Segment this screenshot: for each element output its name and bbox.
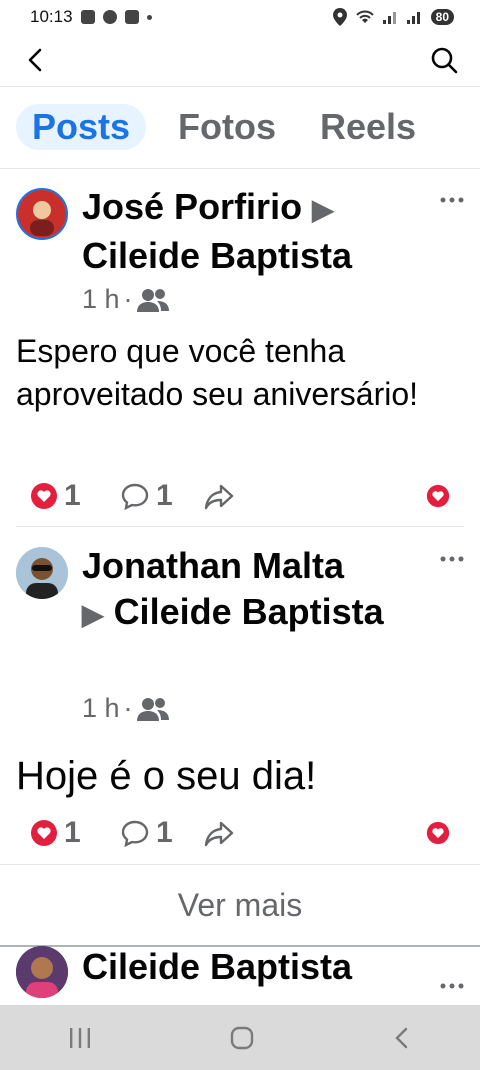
friends-audience-icon — [136, 288, 169, 312]
post-text: Hoje é o seu dia! — [16, 754, 317, 798]
reactions-count: 1 — [64, 479, 81, 512]
post-card: Jonathan Malta ▶ Cileide Baptista 1 h · … — [0, 527, 480, 863]
post-header: José Porfirio ▶ Cileide Baptista — [82, 184, 432, 279]
battery-indicator: 80 — [430, 9, 454, 25]
home-icon[interactable] — [229, 1025, 255, 1051]
location-icon — [332, 8, 347, 26]
author-name[interactable]: Jonathan Malta — [82, 545, 344, 586]
profile-tabs: Posts Fotos Reels — [0, 86, 480, 169]
signal-icon-2 — [406, 12, 420, 24]
system-back-icon[interactable] — [392, 1026, 412, 1050]
avatar-image — [18, 190, 66, 238]
react-love-button-icon[interactable] — [426, 484, 450, 508]
post-time[interactable]: 1 h — [82, 284, 120, 315]
more-options-icon[interactable] — [438, 549, 466, 569]
status-time: 10:13 — [30, 7, 73, 26]
recipient-name[interactable]: Cileide Baptista — [82, 235, 352, 276]
reactions-summary[interactable]: 1 — [30, 816, 120, 850]
author-avatar[interactable] — [16, 946, 68, 998]
love-reaction-icon — [31, 483, 57, 509]
status-bar: 10:13 80 — [0, 0, 480, 34]
arrow-right-icon: ▶ — [312, 194, 334, 225]
avatar-image — [16, 547, 68, 599]
reactions-summary[interactable]: 1 — [30, 479, 120, 513]
comment-icon — [121, 820, 149, 847]
post-meta: 1 h · — [82, 693, 169, 724]
signal-icon-1 — [382, 12, 396, 24]
post-card: Cileide Baptista — [0, 946, 480, 1005]
tab-reels[interactable]: Reels — [320, 104, 416, 150]
author-name[interactable]: José Porfirio — [82, 186, 302, 227]
arrow-right-icon: ▶ — [82, 599, 104, 630]
author-name[interactable]: Cileide Baptista — [82, 946, 352, 987]
facebook-notification-icon — [102, 10, 117, 24]
tab-fotos[interactable]: Fotos — [178, 104, 276, 150]
love-reaction-icon — [31, 820, 57, 846]
more-options-icon[interactable] — [438, 190, 466, 210]
tab-posts[interactable]: Posts — [16, 104, 147, 150]
comments-summary[interactable]: 1 — [120, 816, 204, 850]
search-icon[interactable] — [428, 44, 460, 76]
comments-summary[interactable]: 1 — [120, 479, 204, 513]
comment-icon — [121, 483, 149, 510]
reactions-count: 1 — [64, 816, 81, 849]
recipient-name[interactable]: Cileide Baptista — [114, 591, 384, 632]
system-nav-bar — [0, 1005, 480, 1070]
check-notification-icon — [80, 10, 95, 24]
meta-separator: · — [123, 693, 133, 723]
share-icon[interactable] — [204, 819, 234, 847]
meta-separator: · — [123, 284, 133, 314]
app-bar — [0, 34, 480, 87]
post-time[interactable]: 1 h — [82, 693, 120, 724]
screenshot-notification-icon — [124, 10, 139, 24]
post-text: Espero que você tenha aproveitado seu an… — [16, 333, 419, 412]
see-more-button[interactable]: Ver mais — [0, 864, 480, 947]
comments-count: 1 — [156, 816, 173, 849]
post-meta: 1 h · — [82, 284, 169, 315]
post-header: Jonathan Malta ▶ Cileide Baptista — [82, 543, 432, 638]
comments-count: 1 — [156, 479, 173, 512]
back-icon[interactable] — [20, 44, 52, 76]
post-header: Cileide Baptista — [82, 946, 432, 990]
more-options-icon[interactable] — [438, 976, 466, 996]
author-avatar[interactable] — [16, 188, 68, 240]
post-card: José Porfirio ▶ Cileide Baptista 1 h · E… — [0, 168, 480, 526]
post-actions: 1 1 — [30, 815, 450, 851]
share-icon[interactable] — [204, 482, 234, 510]
author-avatar[interactable] — [16, 547, 68, 599]
recent-apps-icon[interactable] — [68, 1027, 92, 1049]
friends-audience-icon — [136, 697, 169, 721]
react-love-button-icon[interactable] — [426, 821, 450, 845]
post-actions: 1 1 — [30, 478, 450, 514]
wifi-icon — [355, 10, 374, 23]
more-notifications-icon — [146, 14, 152, 20]
avatar-image — [16, 946, 68, 998]
